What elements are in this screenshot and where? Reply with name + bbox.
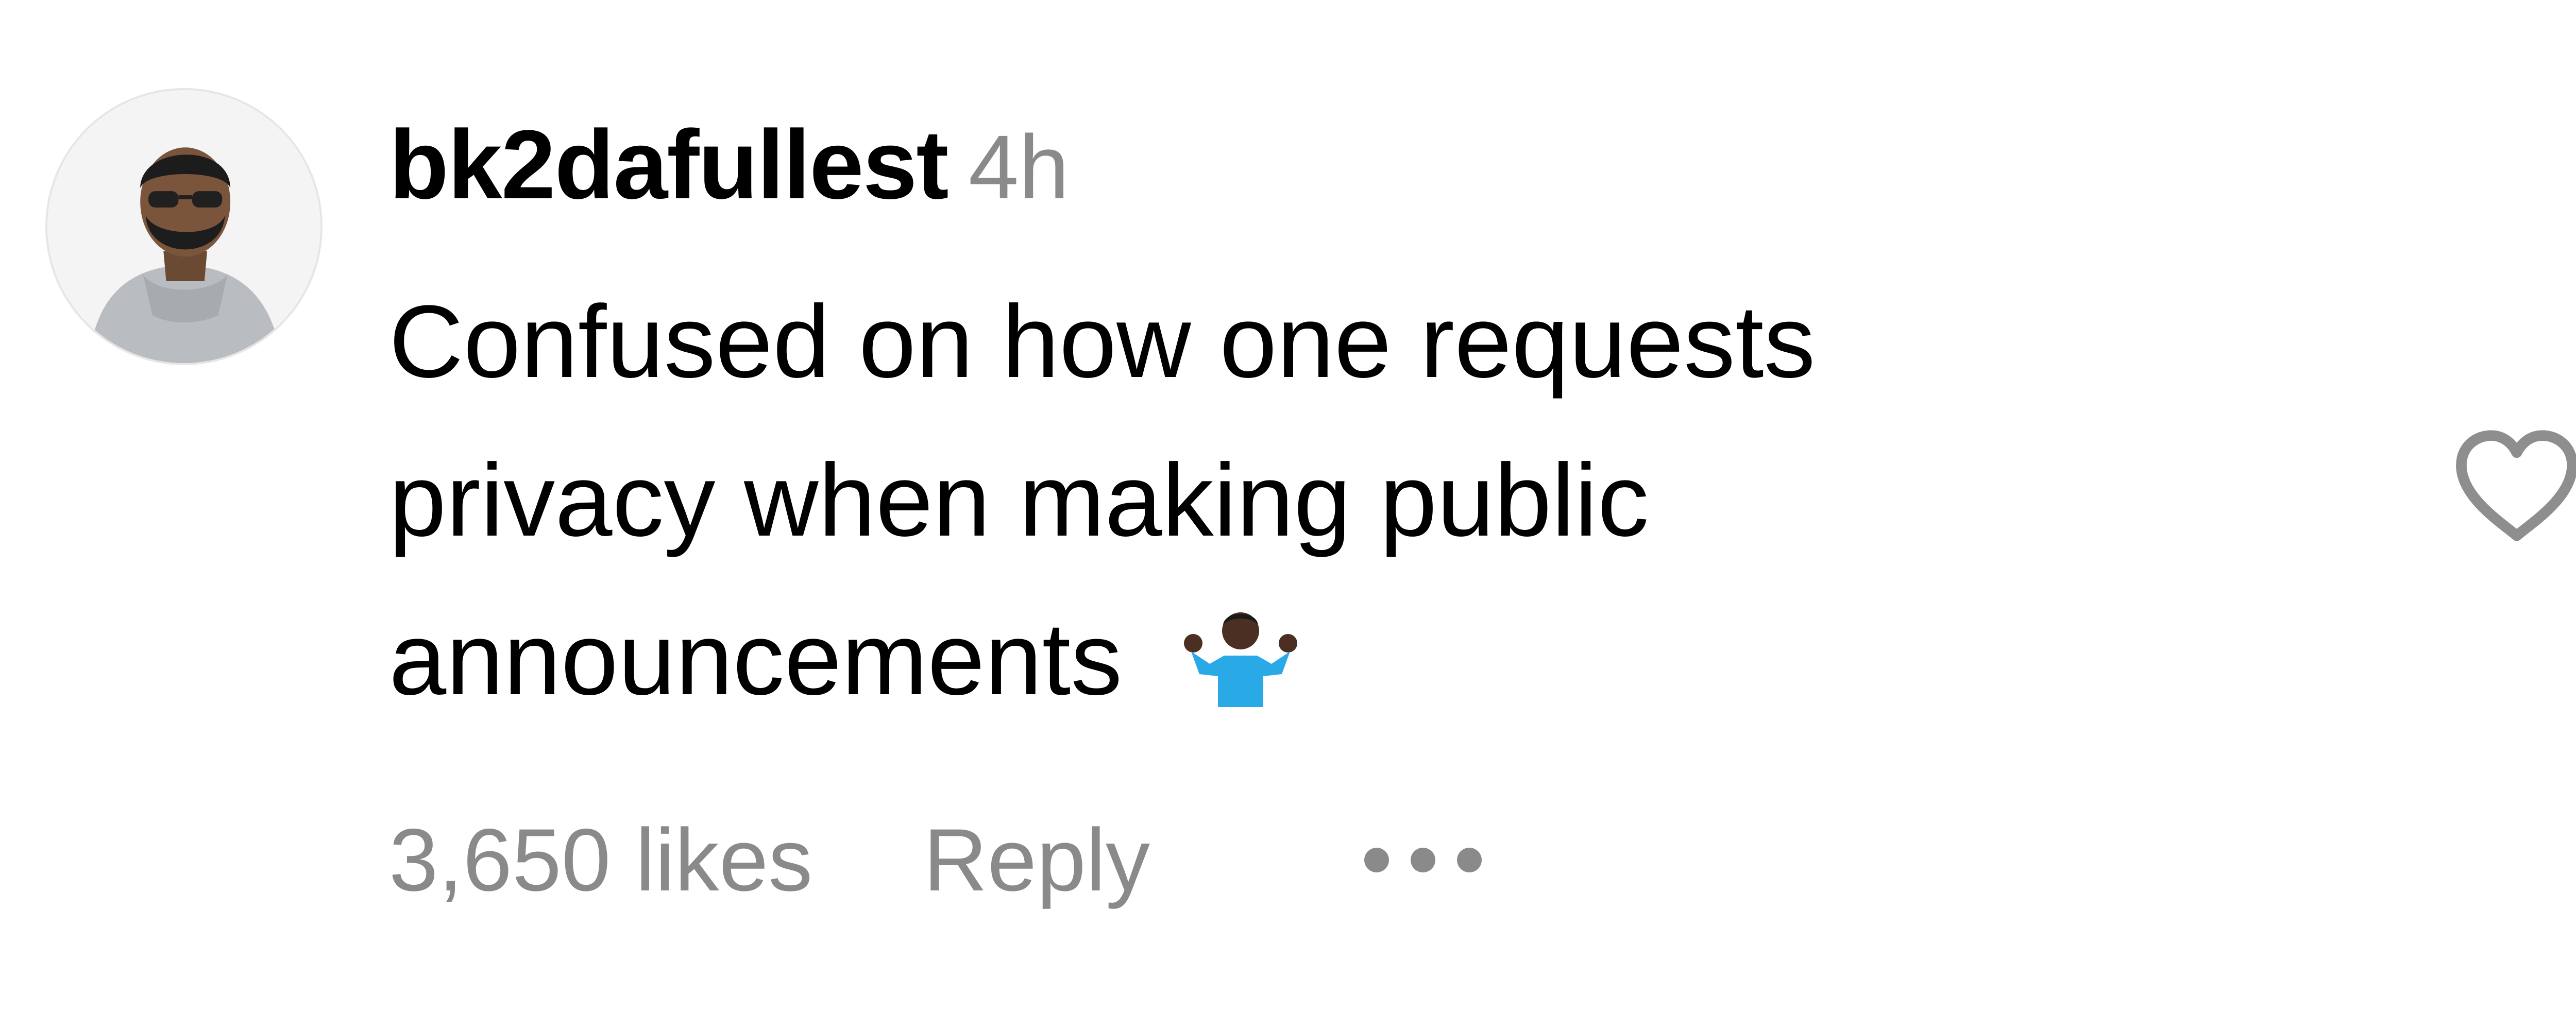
comment-text-segment: announcements bbox=[389, 602, 1123, 716]
comment-text-line: privacy when making public bbox=[389, 443, 1649, 558]
comment-text-line: Confused on how one requests bbox=[389, 284, 1816, 399]
comment-actions: 3,650 likes Reply bbox=[389, 809, 1493, 912]
comment-text-line: announcements bbox=[389, 580, 2192, 739]
likes-count-link[interactable]: 3,650 likes bbox=[389, 809, 812, 912]
comment-text: Confused on how one requests privacy whe… bbox=[389, 263, 2192, 739]
more-options-icon[interactable] bbox=[1353, 809, 1493, 912]
reply-button[interactable]: Reply bbox=[923, 809, 1150, 912]
username-link[interactable]: bk2dafullest bbox=[389, 110, 949, 219]
comment-timestamp: 4h bbox=[968, 117, 1070, 218]
avatar-photo bbox=[47, 90, 320, 363]
avatar[interactable] bbox=[47, 90, 320, 363]
comment-item: bk2dafullest 4h Confused on how one reque… bbox=[0, 0, 2576, 1030]
heart-outline-icon[interactable] bbox=[2447, 425, 2576, 548]
comment-header: bk2dafullest 4h bbox=[389, 110, 1070, 219]
person-shrugging-emoji bbox=[1179, 602, 1302, 710]
